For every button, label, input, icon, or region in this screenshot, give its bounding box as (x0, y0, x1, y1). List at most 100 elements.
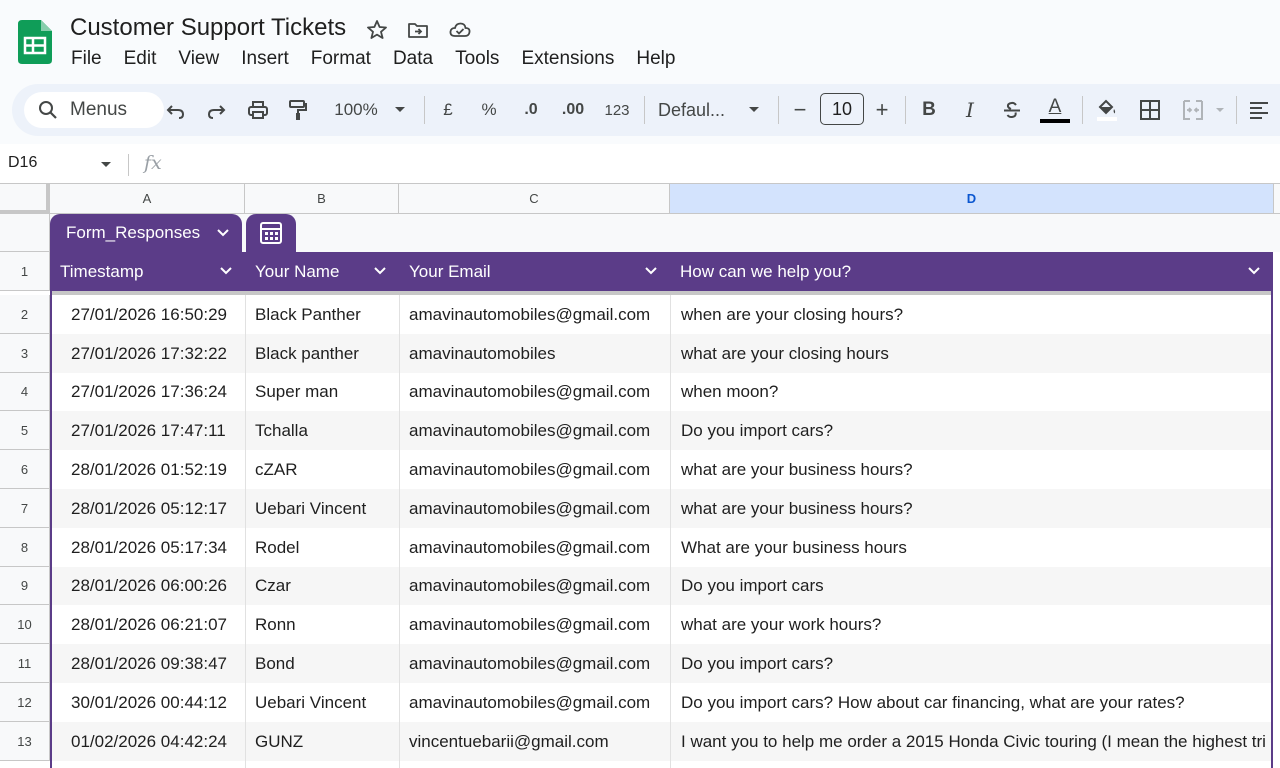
cell-name[interactable]: Super man (245, 373, 399, 411)
row-header[interactable]: 12 (0, 683, 50, 722)
cell-name[interactable]: Rodel (245, 528, 399, 567)
menu-format[interactable]: Format (300, 46, 382, 72)
cell-email[interactable]: amavinautomobiles (399, 334, 670, 373)
cell-timestamp[interactable]: 01/02/2026 04:42:24 (50, 722, 245, 761)
menu-extensions[interactable]: Extensions (510, 46, 625, 72)
cell-name[interactable]: Ronn (245, 605, 399, 644)
menu-data[interactable]: Data (382, 46, 444, 72)
formula-input[interactable] (180, 148, 1270, 180)
cell-name[interactable]: GUNZ (245, 722, 399, 761)
row-header[interactable]: 4 (0, 373, 50, 411)
cell-email[interactable]: amavinautomobiles@gmail.com (399, 567, 670, 605)
print-button[interactable] (243, 94, 273, 126)
cell-message[interactable]: Do you import cars? (670, 644, 1272, 683)
cell-email[interactable]: amavinautomobiles@gmail.com (399, 683, 670, 722)
cell-message[interactable]: I want you to help me order a 2015 Honda… (670, 722, 1272, 761)
row-header[interactable]: 1 (0, 252, 50, 291)
cell-name[interactable]: Black Panther (245, 295, 399, 334)
name-box[interactable]: D16 (8, 154, 37, 172)
horizontal-align-button[interactable] (1246, 94, 1272, 126)
row-header[interactable]: 10 (0, 605, 50, 644)
cell-email[interactable]: amavinautomobiles@gmail.com (399, 373, 670, 411)
cell-name[interactable]: Uebari Vincent (245, 489, 399, 528)
column-header-d[interactable]: D (670, 184, 1274, 214)
cell-timestamp[interactable]: 27/01/2026 16:50:29 (50, 295, 245, 334)
cell-message[interactable]: Do you import cars (670, 567, 1272, 605)
row-header[interactable]: 5 (0, 411, 50, 450)
row-header[interactable]: 7 (0, 489, 50, 528)
cell-name[interactable]: Czar (245, 567, 399, 605)
currency-format-button[interactable]: £ (436, 94, 460, 126)
borders-button[interactable] (1136, 94, 1164, 126)
fill-color-button[interactable] (1092, 94, 1122, 126)
cell-name[interactable]: Uebari Vincent (245, 683, 399, 722)
cell-message[interactable]: what are your work hours? (670, 605, 1272, 644)
name-box-chevron-down-icon[interactable] (100, 161, 112, 169)
cell-message[interactable]: what are your closing hours (670, 334, 1272, 373)
table-header-timestamp[interactable]: Timestamp (50, 252, 245, 291)
increase-font-size-button[interactable]: + (870, 94, 894, 126)
table-name-tab[interactable]: Form_Responses (50, 214, 242, 252)
cell-timestamp[interactable]: 28/01/2026 05:12:17 (50, 489, 245, 528)
font-chevron-down-icon[interactable] (744, 94, 764, 126)
cell-timestamp[interactable]: 27/01/2026 17:32:22 (50, 334, 245, 373)
cell-email[interactable]: amavinautomobiles@gmail.com (399, 489, 670, 528)
cell-message[interactable]: What are your business hours (670, 528, 1272, 567)
cell-email[interactable]: amavinautomobiles@gmail.com (399, 450, 670, 489)
merge-chevron-down-icon[interactable] (1212, 94, 1228, 126)
column-header-e[interactable] (1274, 184, 1280, 214)
menus-search-button[interactable]: Menus (24, 92, 164, 128)
menu-file[interactable]: File (60, 46, 113, 72)
table-header-how-can-we-help[interactable]: How can we help you? (670, 252, 1273, 291)
row-header[interactable]: 13 (0, 722, 50, 761)
cell-name[interactable]: Tchalla (245, 411, 399, 450)
cell-email[interactable]: amavinautomobiles@gmail.com (399, 528, 670, 567)
zoom-chevron-down-icon[interactable] (390, 94, 410, 126)
cell-message[interactable]: what are your business hours? (670, 450, 1272, 489)
cell-email[interactable]: amavinautomobiles@gmail.com (399, 411, 670, 450)
cell-name[interactable]: Black panther (245, 334, 399, 373)
cell-timestamp[interactable]: 28/01/2026 05:17:34 (50, 528, 245, 567)
zoom-select[interactable]: 100% (328, 94, 384, 126)
table-view-button[interactable] (246, 214, 296, 252)
cell-timestamp[interactable]: 27/01/2026 17:36:24 (50, 373, 245, 411)
column-header-b[interactable]: B (245, 184, 399, 214)
strikethrough-button[interactable] (998, 94, 1026, 126)
row-header[interactable]: 3 (0, 334, 50, 373)
cell-message[interactable]: Do you import cars? (670, 411, 1272, 450)
row-header[interactable]: 11 (0, 644, 50, 683)
row-header[interactable]: 2 (0, 295, 50, 334)
cell-email[interactable]: amavinautomobiles@gmail.com (399, 644, 670, 683)
cell-email[interactable]: amavinautomobiles@gmail.com (399, 605, 670, 644)
select-all-corner[interactable] (0, 184, 50, 214)
row-header[interactable]: 6 (0, 450, 50, 489)
cell-email[interactable]: vincentuebarii@gmail.com (399, 722, 670, 761)
menu-insert[interactable]: Insert (230, 46, 300, 72)
bold-button[interactable]: B (917, 94, 941, 126)
star-icon[interactable] (365, 18, 389, 42)
decrease-font-size-button[interactable]: − (788, 94, 812, 126)
number-format-button[interactable]: 123 (600, 94, 634, 126)
cell-timestamp[interactable]: 28/01/2026 06:00:26 (50, 567, 245, 605)
decrease-decimal-button[interactable]: .0 (516, 94, 546, 126)
cell-timestamp[interactable]: 27/01/2026 17:47:11 (50, 411, 245, 450)
cell-name[interactable]: Bond (245, 644, 399, 683)
menu-help[interactable]: Help (625, 46, 686, 72)
font-family-select[interactable]: Defaul... (658, 94, 734, 126)
paint-format-button[interactable] (284, 94, 312, 126)
font-size-input[interactable]: 10 (820, 93, 864, 125)
cell-timestamp[interactable]: 28/01/2026 06:21:07 (50, 605, 245, 644)
cell-timestamp[interactable]: 30/01/2026 00:44:12 (50, 683, 245, 722)
document-title[interactable]: Customer Support Tickets (70, 14, 346, 42)
text-color-button[interactable]: A (1038, 94, 1072, 126)
undo-button[interactable] (162, 94, 190, 126)
row-header[interactable]: 8 (0, 528, 50, 567)
cell-message[interactable]: when are your closing hours? (670, 295, 1272, 334)
table-header-your-name[interactable]: Your Name (245, 252, 399, 291)
merge-cells-button[interactable] (1178, 94, 1208, 126)
table-header-your-email[interactable]: Your Email (399, 252, 670, 291)
cell-message[interactable]: when moon? (670, 373, 1272, 411)
cloud-saved-icon[interactable] (448, 18, 472, 42)
cell-name[interactable]: cZAR (245, 450, 399, 489)
percent-format-button[interactable]: % (477, 94, 501, 126)
